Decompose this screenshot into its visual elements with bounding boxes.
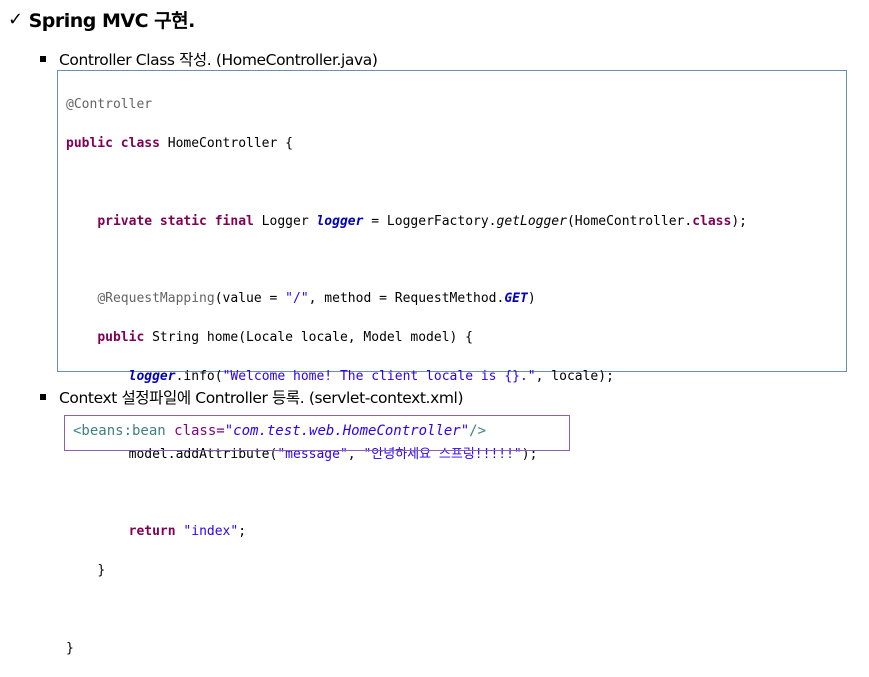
code-line-13: }	[97, 562, 106, 578]
bullet-context-config: Context 설정파일에 Controller 등록. (servlet-co…	[40, 386, 464, 408]
code-line-7: public String home(Locale locale, Model …	[97, 330, 474, 346]
xml-tag-open: <beans:bean	[73, 423, 166, 439]
section-heading: ✓ Spring MVC 구현.	[8, 6, 195, 33]
java-code-block: @Controller public class HomeController …	[57, 70, 847, 656]
code-line-15: }	[66, 640, 74, 656]
checkmark-icon: ✓	[8, 9, 23, 30]
bullet-controller-class: Controller Class 작성. (HomeController.jav…	[40, 48, 378, 70]
xml-attr: class=	[165, 423, 225, 439]
code-line-12: return "index";	[128, 524, 247, 540]
square-bullet-icon	[40, 56, 46, 62]
section-title: Spring MVC 구현.	[28, 10, 196, 32]
square-bullet-icon	[40, 394, 46, 400]
code-line-1: @Controller	[66, 97, 153, 113]
xml-code-block: <beans:bean class="com.test.web.HomeCont…	[64, 415, 570, 451]
bullet-text: Context 설정파일에 Controller 등록. (servlet-co…	[59, 389, 464, 407]
code-line-2: public class HomeController {	[66, 136, 293, 152]
xml-tag-close: />	[469, 423, 487, 439]
xml-attr-value: "com.test.web.HomeController"	[224, 423, 470, 439]
code-line-4: private static final Logger logger = Log…	[97, 213, 747, 229]
bullet-text: Controller Class 작성. (HomeController.jav…	[59, 51, 378, 69]
code-line-6: @RequestMapping(value = "/", method = Re…	[97, 291, 536, 307]
code-line-8: logger.info("Welcome home! The client lo…	[128, 368, 614, 384]
